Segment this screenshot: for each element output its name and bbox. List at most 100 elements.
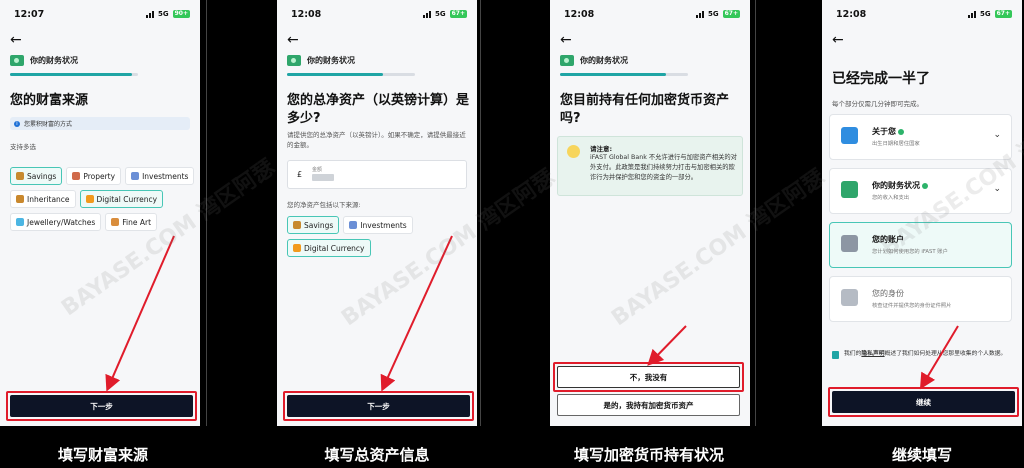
house-icon (72, 172, 81, 180)
chevron-down-icon[interactable]: ⌄ (993, 130, 1001, 140)
page-subtitle: 每个部分仅需几分钟即可完成。 (832, 100, 923, 108)
section-title: 你的财务状况 (307, 56, 355, 65)
back-arrow-icon[interactable]: ← (832, 32, 844, 48)
chip-savings[interactable]: Savings (287, 216, 340, 234)
info-text: 您累积财富的方式 (24, 121, 73, 128)
chip-digital-currency[interactable]: Digital Currency (287, 239, 371, 257)
chip-label: Digital Currency (304, 243, 365, 253)
multi-select-hint: 支持多选 (10, 143, 36, 151)
section-header: 你的财务状况 (560, 55, 628, 66)
money-icon (10, 55, 24, 66)
chip-label: Jewellery/Watches (27, 217, 96, 227)
amount-field-label: 金额 (312, 167, 323, 173)
chip-inheritance[interactable]: Inheritance (10, 190, 76, 208)
caption-step-4: 继续填写 (891, 446, 952, 464)
chip-property[interactable]: Property (66, 167, 122, 185)
network-label: 5G (157, 10, 169, 18)
check-icon (898, 128, 904, 135)
money-icon (287, 55, 301, 66)
chip-savings[interactable]: Savings (10, 167, 63, 185)
caption-step-1: 填写财富来源 (57, 446, 148, 464)
chip-label: Inheritance (27, 194, 70, 204)
back-arrow-icon[interactable]: ← (287, 32, 299, 48)
status-time: 12:07 (14, 8, 45, 20)
amount-value-redacted (312, 174, 334, 181)
section-card[interactable]: 您的身份核查证件并提供您的身份证件照片 (829, 276, 1012, 322)
page-description: 请提供您的总净资产（以英镑计）。如果不确定，请提供最接近的金额。 (287, 131, 466, 149)
phone-screen-halfway: 12:08 5G 67+ ← 已经完成一半了 每个部分仅需几分钟即可完成。 关于… (822, 0, 1022, 426)
section-icon (841, 127, 858, 144)
section-card[interactable]: 你的财务状况 您的收入和支出 ⌄ (829, 168, 1012, 214)
signal-icon (695, 10, 704, 18)
battery-icon: 90+ (172, 10, 190, 18)
progress-fill (560, 73, 667, 76)
notice-body: iFAST Global Bank 不允许进行与加密资产相关的对外支付。此政策是… (590, 154, 738, 181)
section-header: 你的财务状况 (287, 55, 355, 66)
page-title: 您的财富来源 (10, 93, 89, 108)
back-arrow-icon[interactable]: ← (10, 32, 22, 48)
chip-label: Digital Currency (96, 194, 158, 204)
section-card-title: 你的财务状况 (872, 181, 920, 190)
section-card-subtitle: 您的收入和支出 (872, 195, 910, 201)
chip-label: Savings (304, 220, 334, 230)
section-title: 你的财务状况 (580, 56, 628, 65)
network-label: 5G (707, 10, 719, 18)
chip-label: Property (83, 171, 116, 181)
status-bar: 12:08 5G 67+ (550, 0, 750, 28)
highlight-box (6, 391, 197, 421)
section-header: 你的财务状况 (10, 55, 78, 66)
bitcoin-icon (293, 244, 301, 252)
chip-digital-currency[interactable]: Digital Currency (79, 190, 164, 208)
page-title: 已经完成一半了 (832, 71, 930, 87)
tutorial-canvas: 12:07 5G 90+ ← 你的财务状况 您的财富来源 i 您累积财富的方式 … (0, 0, 1024, 468)
section-card-subtitle: 核查证件并提供您的身份证件照片 (872, 303, 952, 309)
progress-fill (287, 73, 383, 76)
phone-screen-crypto: 12:08 5G 67+ ← 你的财务状况 您目前持有任何加密货币资产吗? 请注… (550, 0, 750, 426)
chip-fine-art[interactable]: Fine Art (105, 213, 158, 231)
signal-icon (967, 10, 976, 18)
section-card-subtitle: 您计划如何使用您的 iFAST 账户 (872, 249, 948, 255)
chip-investments[interactable]: Investments (125, 167, 195, 185)
chip-jewellery-watches[interactable]: Jewellery/Watches (10, 213, 102, 231)
section-card-subtitle: 出生日期和居住国家 (872, 141, 920, 147)
bitcoin-icon (85, 195, 94, 203)
amount-field[interactable]: £ 金额 (287, 160, 467, 189)
gem-icon (16, 218, 24, 226)
chip-investments[interactable]: Investments (343, 216, 413, 234)
status-time: 12:08 (564, 8, 595, 20)
status-bar: 12:08 5G 67+ (822, 0, 1022, 28)
status-time: 12:08 (836, 8, 867, 20)
network-label: 5G (979, 10, 991, 18)
privacy-link[interactable]: 隐私声明 (861, 351, 884, 357)
back-arrow-icon[interactable]: ← (560, 32, 572, 48)
page-title: 您目前持有任何加密货币资产吗? (560, 93, 730, 126)
caption-step-3: 填写加密货币持有状况 (573, 446, 724, 464)
highlight-box (828, 387, 1019, 417)
yes-crypto-button[interactable]: 是的，我持有加密货币资产 (557, 394, 740, 416)
person-icon (16, 195, 24, 203)
wealth-source-chips: Savings Property Investments Inheritance Dig… (10, 167, 200, 231)
status-bar: 12:08 5G 67+ (277, 0, 477, 28)
phone-screen-wealth-source: 12:07 5G 90+ ← 你的财务状况 您的财富来源 i 您累积财富的方式 … (0, 0, 200, 426)
info-banner: i 您累积财富的方式 (10, 117, 190, 130)
page-title: 您的总净资产（以英镑计算）是多少? (287, 93, 470, 126)
lock-icon (832, 351, 839, 359)
chevron-down-icon[interactable]: ⌄ (993, 184, 1001, 194)
divider (206, 0, 207, 426)
chip-label: Fine Art (122, 217, 152, 227)
network-label: 5G (434, 10, 446, 18)
phone-screen-net-worth: 12:08 5G 67+ ← 你的财务状况 您的总净资产（以英镑计算）是多少? … (277, 0, 477, 426)
crypto-notice: 请注意: iFAST Global Bank 不允许进行与加密资产相关的对外支付… (557, 136, 743, 196)
signal-icon (422, 10, 431, 18)
section-icon (841, 181, 858, 198)
chip-label: Savings (27, 171, 57, 181)
check-icon (922, 182, 928, 189)
section-card-title: 您的身份 (872, 289, 904, 298)
section-card[interactable]: 关于您 出生日期和居住国家 ⌄ (829, 114, 1012, 160)
currency-symbol: £ (297, 170, 303, 179)
net-worth-source-chips: Savings Investments Digital Currency (287, 216, 447, 257)
privacy-pre: 我们的 (844, 351, 862, 357)
signal-icon (145, 10, 154, 18)
chart-up-icon (349, 221, 358, 229)
section-card[interactable]: 您的账户 您计划如何使用您的 iFAST 账户 (829, 222, 1012, 268)
